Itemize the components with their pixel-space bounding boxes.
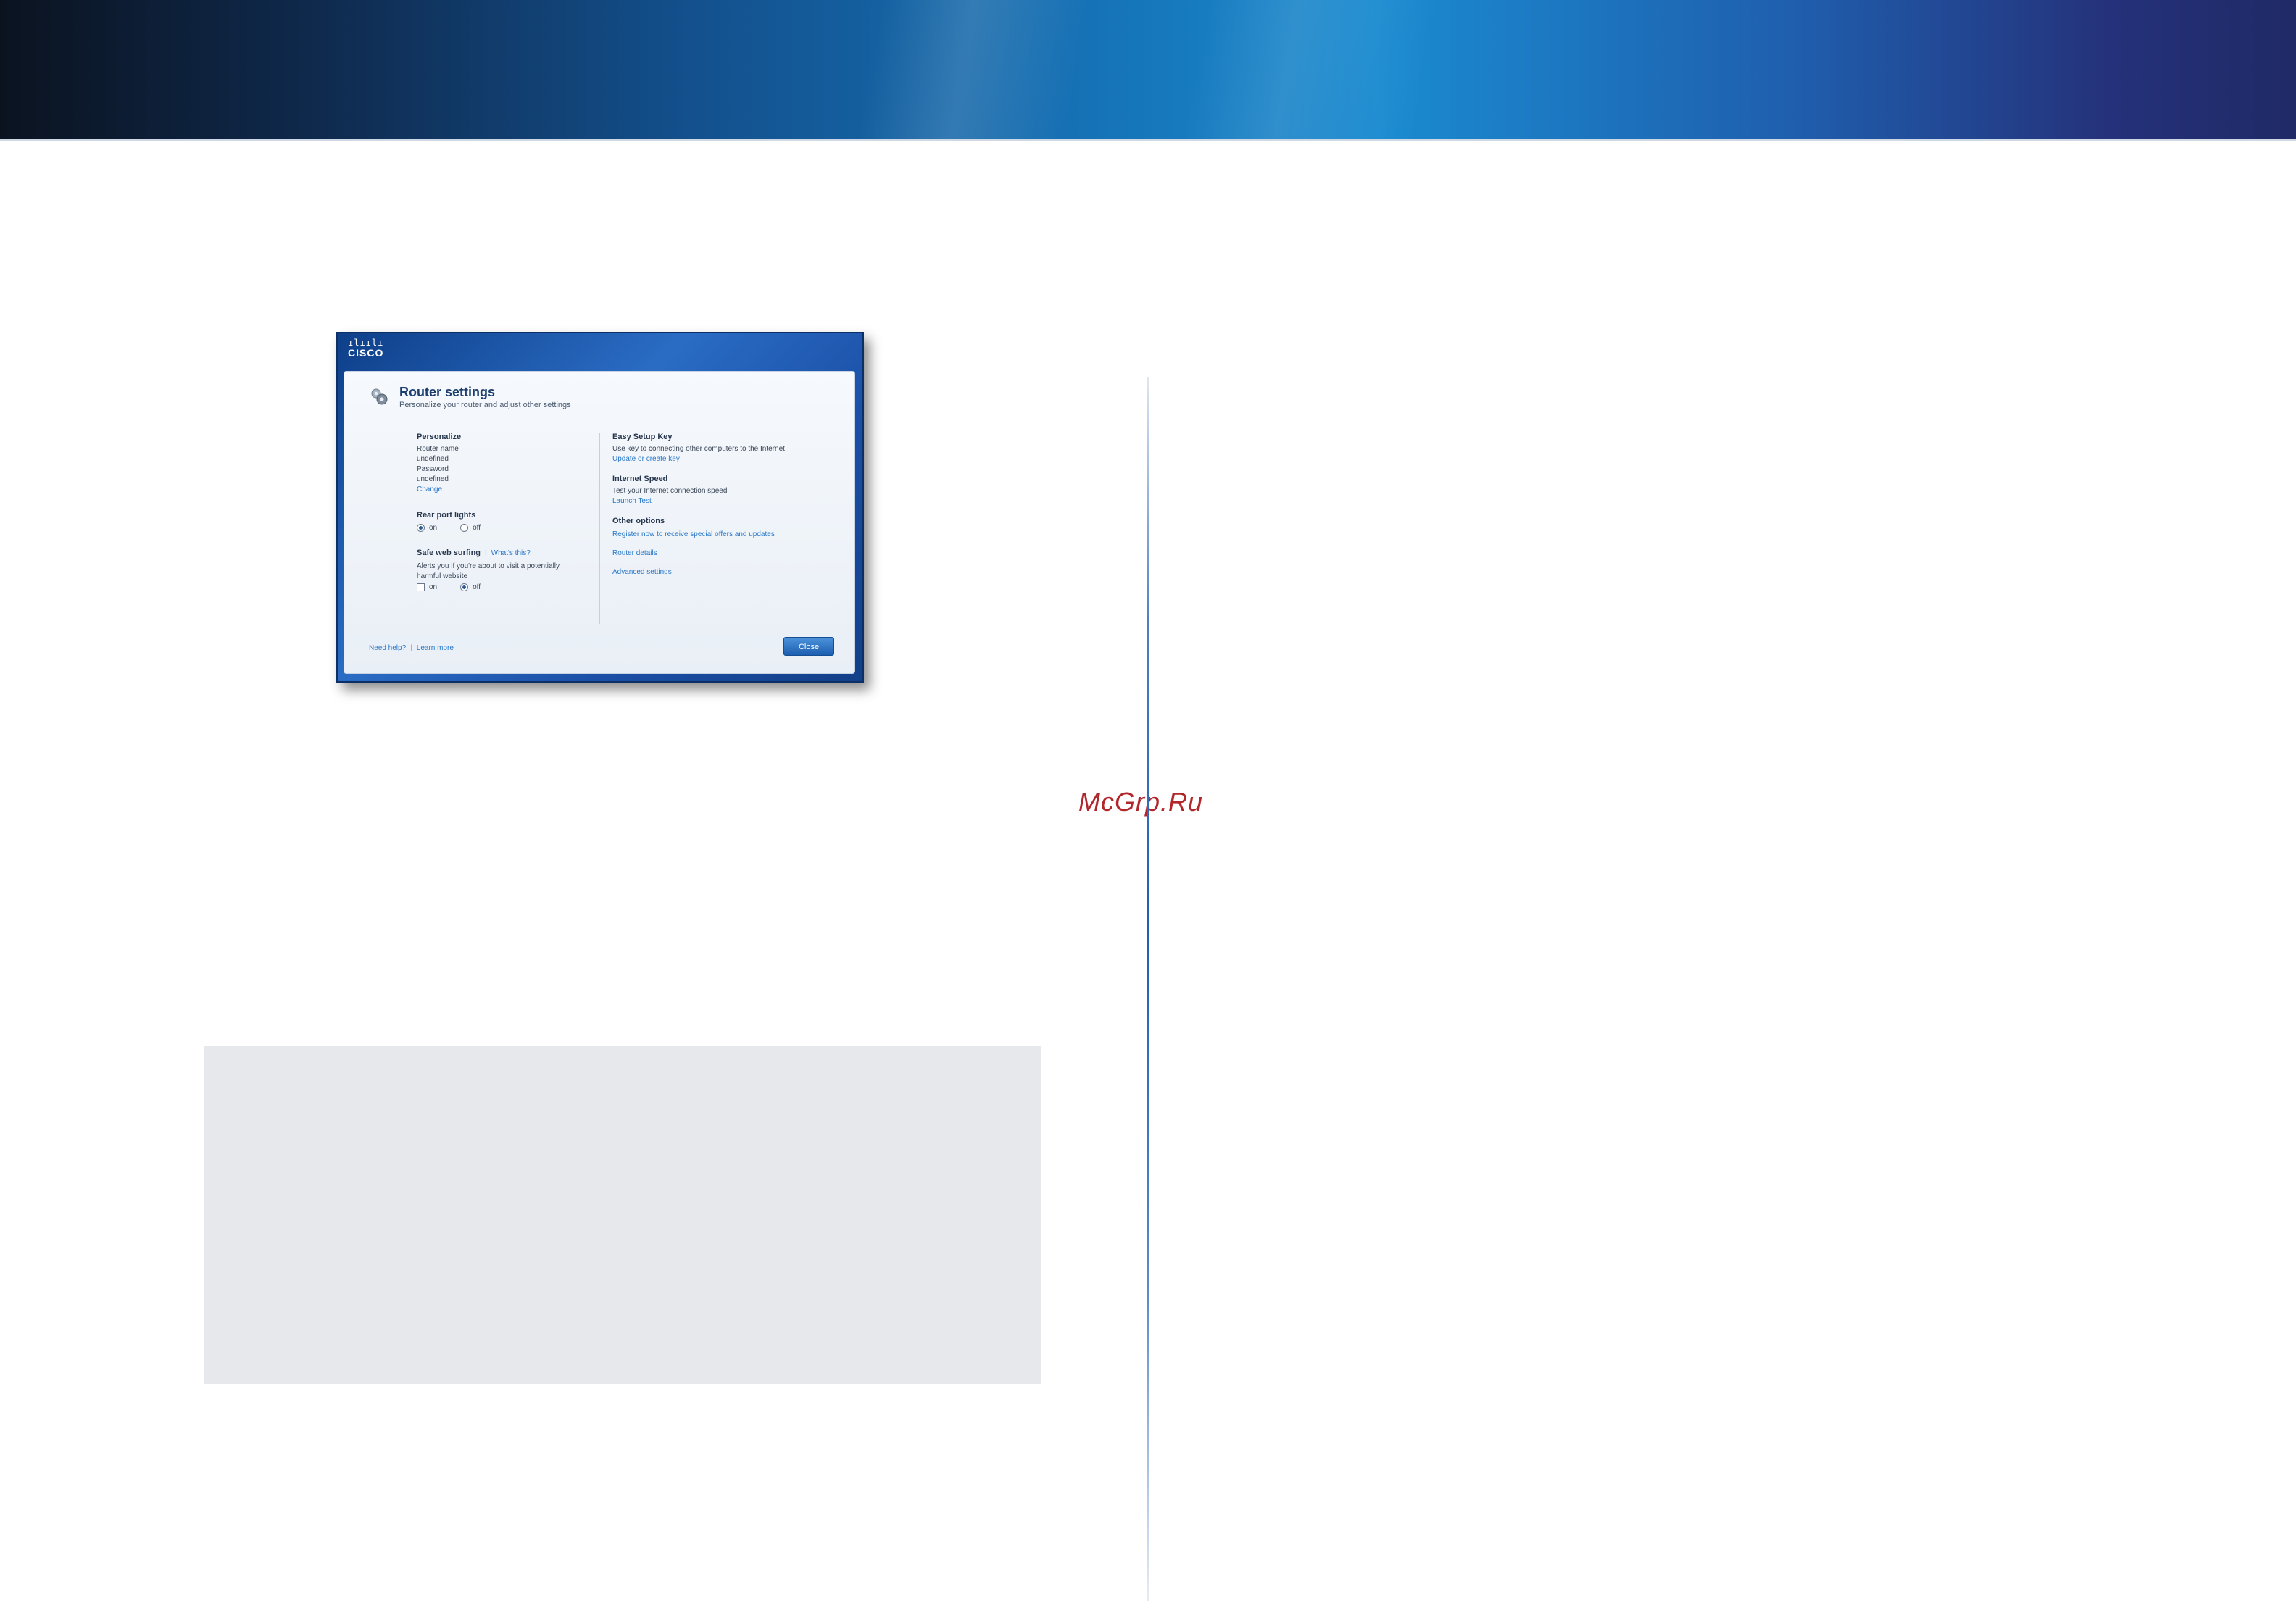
rear-port-lights-options: on off: [417, 524, 589, 532]
safe-web-on-checkbox[interactable]: [417, 583, 425, 591]
safe-web-surfing-options: on off: [417, 583, 589, 591]
easy-setup-key-heading: Easy Setup Key: [612, 433, 673, 441]
advanced-settings-link[interactable]: Advanced settings: [612, 567, 844, 577]
page-header-banner: [0, 0, 2296, 139]
router-footer-links: Need help? | Learn more: [369, 644, 454, 652]
cisco-logo: ılıılı CISCO: [348, 338, 383, 358]
change-link[interactable]: Change: [417, 485, 589, 495]
register-link[interactable]: Register now to receive special offers a…: [612, 530, 844, 540]
column-divider: [1147, 377, 1149, 1601]
rear-lights-off-label: off: [473, 524, 481, 532]
rear-port-lights-heading: Rear port lights: [417, 511, 476, 520]
launch-test-link[interactable]: Launch Test: [612, 496, 844, 506]
safe-web-off-radio[interactable]: [460, 583, 469, 591]
note-box: [204, 1046, 1041, 1384]
safe-web-surfing-header: Safe web surfing | What's this?: [417, 549, 531, 557]
watermark: McGrp.Ru: [1078, 787, 1204, 817]
rear-lights-on-label: on: [429, 524, 438, 532]
right-settings-column: Easy Setup Key Use key to connecting oth…: [612, 433, 844, 577]
learn-more-link[interactable]: Learn more: [417, 644, 454, 652]
easy-setup-key-description: Use key to connecting other computers to…: [612, 445, 785, 453]
password-value: undefined: [417, 475, 449, 483]
need-help-link[interactable]: Need help?: [369, 644, 406, 652]
password-label: Password: [417, 465, 449, 473]
router-settings-panel: Router settings Personalize your router …: [344, 371, 855, 674]
safe-web-surfing-description: Alerts you if you're about to visit a po…: [417, 562, 560, 580]
cisco-logo-text: CISCO: [348, 347, 384, 359]
safe-web-on-label: on: [429, 583, 438, 591]
page-title: Router settings: [399, 385, 496, 399]
router-name-value: undefined: [417, 455, 449, 463]
router-name-label: Router name: [417, 445, 459, 453]
whats-this-link[interactable]: What's this?: [491, 549, 531, 557]
settings-gear-icon: [371, 388, 388, 405]
column-separator: [599, 433, 600, 624]
cisco-logo-bars-icon: ılıılı: [348, 338, 384, 348]
router-details-link[interactable]: Router details: [612, 549, 844, 559]
page-subtitle: Personalize your router and adjust other…: [399, 401, 571, 409]
update-key-link[interactable]: Update or create key: [612, 454, 844, 464]
left-settings-column: Personalize Router name undefined Passwo…: [417, 433, 589, 591]
router-settings-screenshot: ılıılı CISCO Router settings Personalize…: [336, 332, 864, 683]
header-divider: [0, 139, 2296, 141]
rear-lights-off-radio[interactable]: [460, 524, 469, 532]
close-button[interactable]: Close: [783, 637, 834, 656]
other-options-heading: Other options: [612, 517, 665, 525]
safe-web-surfing-heading: Safe web surfing: [417, 549, 481, 557]
internet-speed-description: Test your Internet connection speed: [612, 487, 728, 495]
personalize-heading: Personalize: [417, 433, 462, 441]
rear-lights-on-radio[interactable]: [417, 524, 425, 532]
internet-speed-heading: Internet Speed: [612, 475, 668, 483]
safe-web-off-label: off: [473, 583, 481, 591]
